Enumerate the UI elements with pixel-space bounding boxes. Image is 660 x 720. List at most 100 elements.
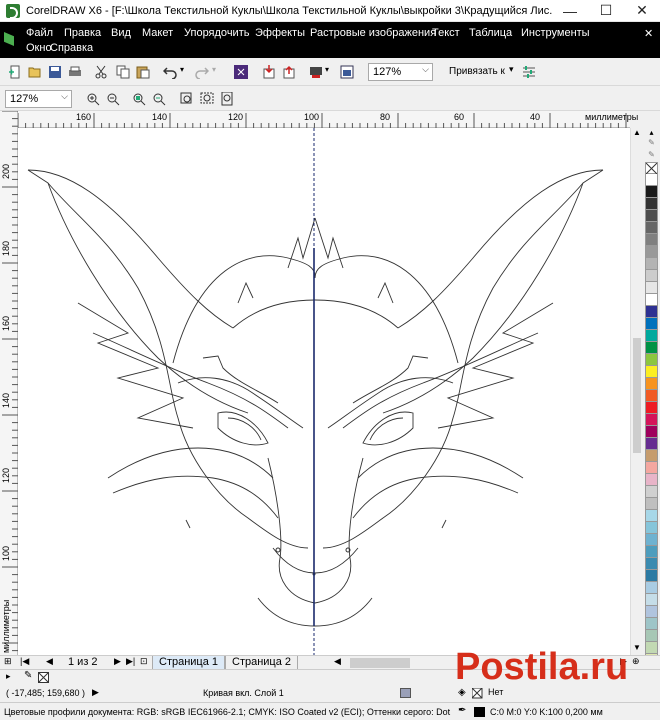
palette-swatch[interactable]	[645, 630, 658, 642]
palette-swatch[interactable]	[645, 330, 658, 342]
zoom-level-select[interactable]: 127% ⌵	[368, 63, 433, 81]
options-icon[interactable]	[522, 65, 536, 79]
palette-swatch[interactable]	[645, 210, 658, 222]
copy-icon[interactable]	[116, 65, 130, 79]
publish-pdf-icon[interactable]	[309, 65, 323, 79]
palette-swatch[interactable]	[645, 246, 658, 258]
application-launcher-icon[interactable]	[340, 65, 354, 79]
menu-text[interactable]: Текст	[432, 27, 460, 39]
scroll-left-icon[interactable]: ◀	[334, 656, 341, 667]
outline-color-swatch[interactable]	[474, 707, 485, 717]
no-color-swatch[interactable]	[645, 162, 658, 174]
palette-swatch[interactable]	[645, 378, 658, 390]
eyedropper-tool-icon[interactable]: ✎	[24, 670, 32, 681]
redo-icon[interactable]	[195, 65, 209, 79]
palette-swatch[interactable]	[645, 282, 658, 294]
redo-dropdown-icon[interactable]: ▾	[212, 65, 226, 79]
palette-menu-icon[interactable]: ▸	[6, 671, 11, 682]
scroll-down-icon[interactable]: ▼	[633, 643, 641, 652]
zoom-to-page-width-icon[interactable]	[200, 92, 214, 106]
palette-swatch[interactable]	[645, 570, 658, 582]
palette-swatch[interactable]	[645, 426, 658, 438]
tab-page-1[interactable]: Страница 1	[152, 656, 226, 670]
document-no-color-swatch[interactable]	[38, 672, 49, 683]
palette-swatch[interactable]	[645, 234, 658, 246]
palette-swatch[interactable]	[645, 618, 658, 630]
undo-icon[interactable]	[163, 65, 177, 79]
menu-tools[interactable]: Инструменты	[521, 27, 590, 39]
add-page-icon[interactable]: ⊡	[140, 656, 148, 667]
palette-swatch[interactable]	[645, 174, 658, 186]
palette-swatch[interactable]	[645, 306, 658, 318]
palette-swatch[interactable]	[645, 462, 658, 474]
menu-bitmaps[interactable]: Растровые изображения	[310, 27, 436, 39]
palette-swatch[interactable]	[645, 498, 658, 510]
zoom-out-icon[interactable]	[106, 92, 120, 106]
menu-edit[interactable]: Правка	[64, 27, 101, 39]
cut-icon[interactable]	[94, 65, 108, 79]
maximize-button[interactable]: ☐	[588, 0, 624, 22]
menu-effects[interactable]: Эффекты	[255, 27, 305, 39]
snap-dropdown-icon[interactable]: ▾	[509, 64, 514, 75]
vertical-ruler[interactable]: 200 180 160 140 120 100 миллиметры	[0, 111, 18, 655]
document-color-profiles[interactable]: Цветовые профили документа: RGB: sRGB IE…	[4, 707, 452, 717]
publish-dropdown-icon[interactable]: ▾	[325, 65, 339, 79]
palette-swatch[interactable]	[645, 486, 658, 498]
palette-swatch[interactable]	[645, 522, 658, 534]
menu-table[interactable]: Таблица	[469, 27, 512, 39]
menu-layout[interactable]: Макет	[142, 27, 173, 39]
palette-pen-icon[interactable]: ✎	[643, 150, 660, 162]
document-menu-icon[interactable]	[4, 32, 14, 46]
palette-swatch[interactable]	[645, 270, 658, 282]
scroll-up-icon[interactable]: ▲	[633, 128, 641, 137]
palette-swatch[interactable]	[645, 198, 658, 210]
palette-swatch[interactable]	[645, 354, 658, 366]
eyedropper-icon[interactable]: ✎	[643, 138, 660, 150]
tab-page-2[interactable]: Страница 2	[225, 656, 299, 670]
export-icon[interactable]	[282, 65, 296, 79]
palette-swatch[interactable]	[645, 546, 658, 558]
palette-swatch[interactable]	[645, 294, 658, 306]
palette-swatch[interactable]	[645, 186, 658, 198]
palette-swatch[interactable]	[645, 474, 658, 486]
palette-swatch[interactable]	[645, 642, 658, 654]
palette-swatch[interactable]	[645, 222, 658, 234]
palette-swatch[interactable]	[645, 414, 658, 426]
palette-swatch[interactable]	[645, 318, 658, 330]
palette-swatch[interactable]	[645, 582, 658, 594]
menu-arrange[interactable]: Упорядочить	[184, 27, 249, 39]
palette-swatch[interactable]	[645, 438, 658, 450]
navigator-icon[interactable]: ⊕	[632, 656, 640, 667]
menu-window[interactable]: Окно	[26, 42, 52, 54]
drawing-canvas[interactable]	[18, 128, 630, 655]
palette-swatch[interactable]	[645, 390, 658, 402]
palette-swatch[interactable]	[645, 450, 658, 462]
zoom-in-icon[interactable]	[86, 92, 100, 106]
horizontal-scroll-thumb[interactable]	[350, 658, 410, 668]
palette-swatch[interactable]	[645, 606, 658, 618]
zoom-to-page-icon[interactable]	[180, 92, 194, 106]
menu-view[interactable]: Вид	[111, 27, 131, 39]
menu-file[interactable]: Файл	[26, 27, 53, 39]
first-page-icon[interactable]: |◀	[20, 656, 29, 667]
zoom-page-icon[interactable]: ⊞	[4, 656, 12, 667]
status-expand-icon[interactable]: ▶	[92, 687, 99, 698]
palette-swatch[interactable]	[645, 258, 658, 270]
color-proof-icon[interactable]	[400, 688, 411, 698]
save-icon[interactable]	[48, 65, 62, 79]
zoom-to-page-height-icon[interactable]	[220, 92, 234, 106]
snap-to-button[interactable]: Привязать к	[449, 66, 505, 77]
zoom-to-all-objects-icon[interactable]	[152, 92, 166, 106]
fill-none-icon[interactable]	[472, 688, 483, 699]
close-document-button[interactable]: ✕	[644, 27, 653, 40]
next-page-icon[interactable]: ▶	[114, 656, 121, 667]
zoom-levels-select[interactable]: 127% ⌵	[5, 90, 72, 108]
palette-swatch[interactable]	[645, 534, 658, 546]
palette-swatch[interactable]	[645, 366, 658, 378]
open-folder-icon[interactable]	[28, 65, 42, 79]
horizontal-ruler[interactable]: 160 140 120 100 80 60 40 миллиметры	[18, 111, 638, 128]
print-icon[interactable]	[68, 65, 82, 79]
vertical-scrollbar[interactable]: ▲ ▼	[630, 128, 642, 655]
new-document-icon[interactable]	[8, 65, 22, 79]
undo-dropdown-icon[interactable]: ▾	[180, 65, 194, 79]
